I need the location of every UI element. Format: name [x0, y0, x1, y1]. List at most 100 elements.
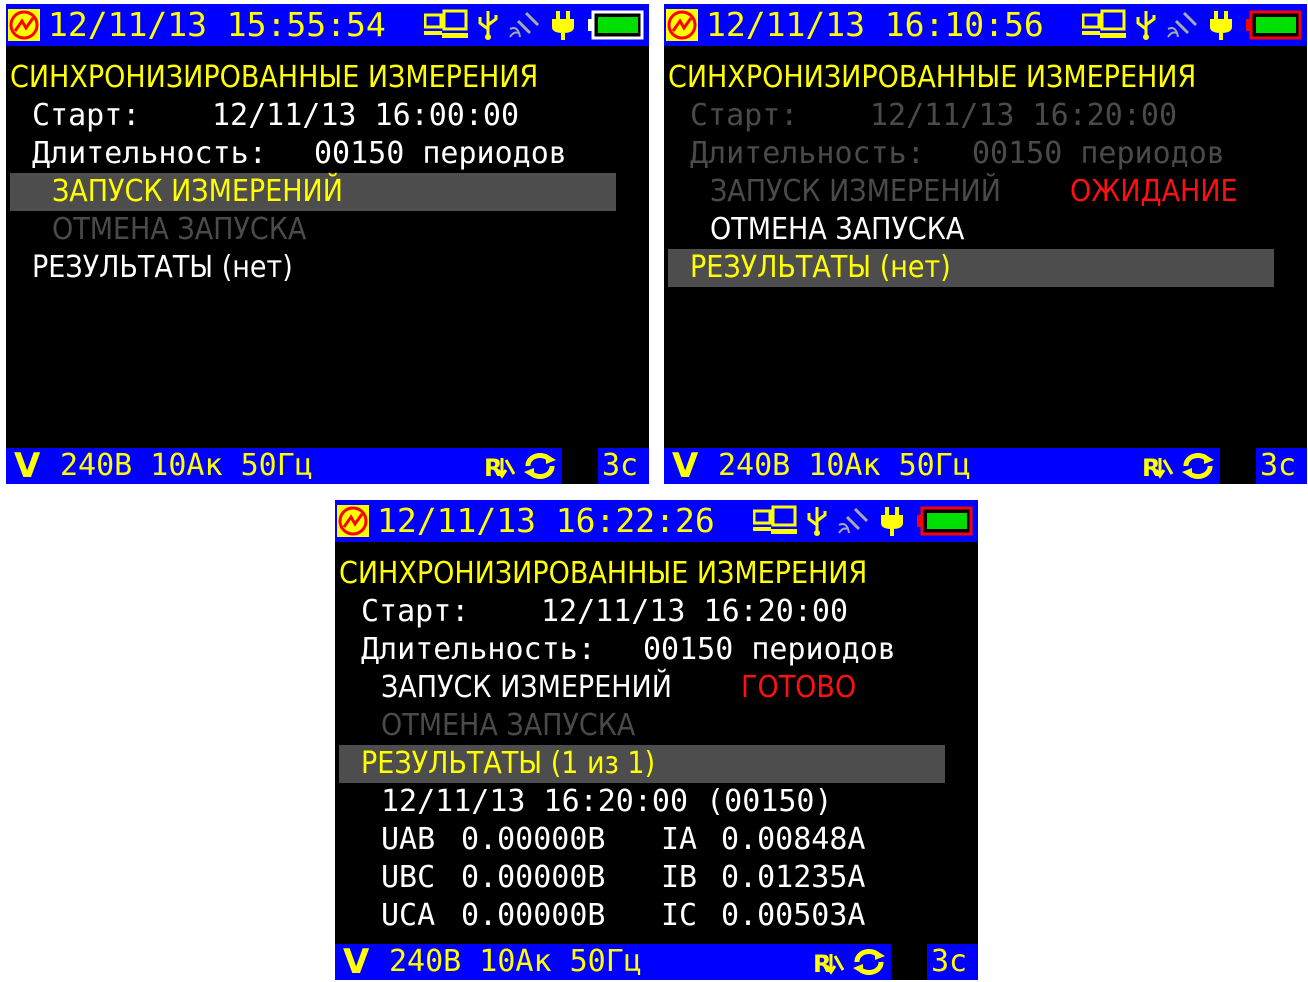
refresh-icon — [1180, 452, 1216, 480]
battery-icon — [1246, 9, 1302, 41]
datetime: 12/11/13 15:55:54 — [48, 5, 386, 44]
start-value: 12/11/13 16:20:00 — [541, 594, 849, 629]
menu-item-cancel[interactable]: ОТМЕНА ЗАПУСКА — [6, 211, 649, 249]
menu-item-cancel[interactable]: ОТМЕНА ЗАПУСКА — [335, 707, 978, 745]
interval-value: 3с — [602, 448, 639, 483]
duration-label: Длительность: — [690, 136, 925, 171]
bottom-bar: V 240В 10Ак 50Гц R 3с — [664, 448, 1307, 484]
u-label: UAB — [381, 822, 436, 857]
measurement-range: 240В 10Ак 50Гц — [718, 448, 971, 483]
logo-icon — [666, 9, 698, 41]
start-label: Старт: — [32, 98, 141, 133]
indicator-box — [1220, 448, 1256, 484]
rdl-icon: R — [484, 452, 516, 480]
duration-row: Длительность: 00150 периодов — [664, 135, 1307, 173]
page-title: СИНХРОНИЗИРОВАННЫЕ ИЗМЕРЕНИЯ — [339, 556, 868, 591]
interval-value: 3с — [1260, 448, 1297, 483]
start-row: Старт: 12/11/13 16:20:00 — [664, 97, 1307, 135]
rdl-icon: R — [1142, 452, 1174, 480]
refresh-icon — [522, 452, 558, 480]
duration-value: 00150 периодов — [972, 136, 1225, 171]
device-screen-3: 12/11/13 16:22:26 СИНХРОНИЗИРОВАННЫЕ ИЗМ… — [335, 500, 978, 980]
page-title: СИНХРОНИЗИРОВАННЫЕ ИЗМЕРЕНИЯ — [10, 60, 539, 95]
duration-value: 00150 периодов — [314, 136, 567, 171]
status-bar: 12/11/13 16:10:56 — [664, 4, 1307, 46]
start-value: 12/11/13 16:00:00 — [212, 98, 520, 133]
duration-label: Длительность: — [32, 136, 267, 171]
u-value: 0.00000В — [461, 860, 606, 895]
i-value: 0.01235А — [721, 860, 866, 895]
logo-icon — [337, 505, 369, 537]
i-label: IA — [661, 822, 698, 857]
computer-icon — [753, 505, 799, 537]
usb-icon — [1134, 9, 1158, 41]
computer-icon — [1082, 9, 1128, 41]
results-label: РЕЗУЛЬТАТЫ (нет) — [32, 250, 293, 285]
start-label: Старт: — [690, 98, 799, 133]
i-value: 0.00848А — [721, 822, 866, 857]
result-header-row: 12/11/13 16:20:00 (00150) — [335, 783, 978, 821]
indicator-box — [891, 944, 927, 980]
status-bar: 12/11/13 16:22:26 — [335, 500, 978, 542]
i-label: IC — [661, 898, 698, 933]
menu-item-launch[interactable]: ЗАПУСК ИЗМЕРЕНИЙ ГОТОВО — [335, 669, 978, 707]
satellite-icon — [837, 505, 871, 537]
launch-status: ГОТОВО — [741, 670, 857, 705]
measurement-row: UCA 0.00000В IC 0.00503А — [335, 897, 978, 935]
device-screen-2: 12/11/13 16:10:56 СИНХРОНИЗИРОВАННЫЕ ИЗМ… — [664, 4, 1307, 484]
launch-label: ЗАПУСК ИЗМЕРЕНИЙ — [381, 670, 672, 705]
menu-item-results[interactable]: РЕЗУЛЬТАТЫ (1 из 1) — [335, 745, 978, 783]
voltage-icon: V — [343, 942, 370, 980]
menu-item-cancel[interactable]: ОТМЕНА ЗАПУСКА — [664, 211, 1307, 249]
menu-item-launch[interactable]: ЗАПУСК ИЗМЕРЕНИЙ — [6, 173, 649, 211]
satellite-icon — [1166, 9, 1200, 41]
battery-icon — [917, 505, 973, 537]
u-value: 0.00000В — [461, 898, 606, 933]
refresh-icon — [851, 948, 887, 976]
cancel-label: ОТМЕНА ЗАПУСКА — [710, 212, 965, 247]
power-plug-icon — [550, 9, 576, 41]
i-label: IB — [661, 860, 698, 895]
logo-icon — [8, 9, 40, 41]
usb-icon — [476, 9, 500, 41]
voltage-icon: V — [14, 446, 41, 484]
cancel-label: ОТМЕНА ЗАПУСКА — [52, 212, 307, 247]
menu-item-results[interactable]: РЕЗУЛЬТАТЫ (нет) — [6, 249, 649, 287]
i-value: 0.00503А — [721, 898, 866, 933]
svg-text:R: R — [1142, 454, 1160, 480]
svg-text:R: R — [484, 454, 502, 480]
measurement-range: 240В 10Ак 50Гц — [389, 944, 642, 979]
menu-item-results[interactable]: РЕЗУЛЬТАТЫ (нет) — [664, 249, 1307, 287]
status-bar: 12/11/13 15:55:54 — [6, 4, 649, 46]
voltage-icon: V — [672, 446, 699, 484]
device-screen-1: 12/11/13 15:55:54 СИНХРОНИЗИРОВАННЫЕ ИЗМ… — [6, 4, 649, 484]
start-label: Старт: — [361, 594, 470, 629]
battery-icon — [588, 9, 644, 41]
duration-row: Длительность: 00150 периодов — [335, 631, 978, 669]
duration-value: 00150 периодов — [643, 632, 896, 667]
u-label: UCA — [381, 898, 436, 933]
duration-label: Длительность: — [361, 632, 596, 667]
usb-icon — [805, 505, 829, 537]
interval-value: 3с — [931, 944, 968, 979]
u-label: UBC — [381, 860, 436, 895]
page-title: СИНХРОНИЗИРОВАННЫЕ ИЗМЕРЕНИЯ — [668, 60, 1197, 95]
rdl-icon: R — [813, 948, 845, 976]
power-plug-icon — [879, 505, 905, 537]
measurement-range: 240В 10Ак 50Гц — [60, 448, 313, 483]
result-header: 12/11/13 16:20:00 (00150) — [381, 784, 833, 819]
duration-row: Длительность: 00150 периодов — [6, 135, 649, 173]
bottom-bar: V 240В 10Ак 50Гц R 3с — [335, 944, 978, 980]
power-plug-icon — [1208, 9, 1234, 41]
measurement-row: UAB 0.00000В IA 0.00848А — [335, 821, 978, 859]
results-label: РЕЗУЛЬТАТЫ (1 из 1) — [361, 746, 656, 781]
datetime: 12/11/13 16:10:56 — [706, 5, 1044, 44]
start-row: Старт: 12/11/13 16:20:00 — [335, 593, 978, 631]
bottom-bar: V 240В 10Ак 50Гц R 3с — [6, 448, 649, 484]
launch-status: ОЖИДАНИЕ — [1070, 174, 1238, 209]
satellite-icon — [508, 9, 542, 41]
launch-label: ЗАПУСК ИЗМЕРЕНИЙ — [710, 174, 1001, 209]
computer-icon — [424, 9, 470, 41]
u-value: 0.00000В — [461, 822, 606, 857]
menu-item-launch[interactable]: ЗАПУСК ИЗМЕРЕНИЙ ОЖИДАНИЕ — [664, 173, 1307, 211]
